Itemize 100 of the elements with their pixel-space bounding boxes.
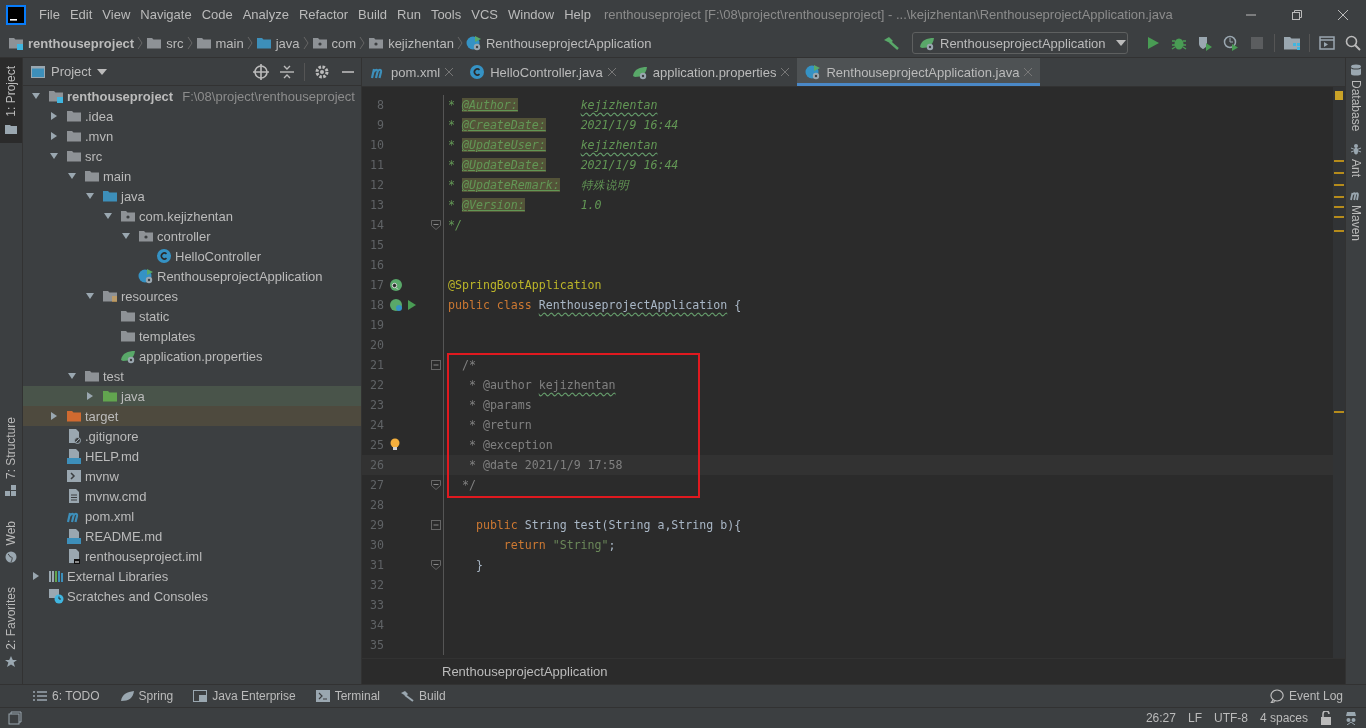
- chevron-icon: [245, 36, 254, 50]
- tree-item[interactable]: RenthouseprojectApplication: [23, 266, 361, 286]
- expand-arrow-icon[interactable]: [31, 571, 41, 581]
- editor-tab[interactable]: HelloController.java: [461, 58, 624, 86]
- menu-item[interactable]: Navigate: [135, 7, 197, 22]
- collapse-arrow-icon[interactable]: [67, 371, 77, 381]
- code-text: 2021/1/9 16:44: [580, 118, 679, 132]
- tree-item[interactable]: pom.xml: [23, 506, 361, 526]
- breadcrumb[interactable]: java: [255, 35, 300, 51]
- expand-arrow-icon[interactable]: [49, 411, 59, 421]
- breadcrumb[interactable]: renthouseproject: [8, 35, 135, 51]
- tree-item[interactable]: controller: [23, 226, 361, 246]
- collapse-arrow-icon[interactable]: [85, 191, 95, 201]
- menu-item[interactable]: View: [97, 7, 136, 22]
- editor-tab[interactable]: application.properties: [623, 58, 798, 86]
- breadcrumb[interactable]: main: [195, 35, 244, 51]
- tool-window-button[interactable]: Terminal: [312, 689, 383, 703]
- status-item[interactable]: LF: [1187, 711, 1202, 725]
- menu-item[interactable]: Tools: [425, 7, 467, 22]
- tree-item[interactable]: resources: [23, 286, 361, 306]
- tool-window-button[interactable]: Spring: [116, 689, 177, 703]
- expand-arrow-icon[interactable]: [49, 111, 59, 121]
- tree-item[interactable]: .mvn: [23, 126, 361, 146]
- tool-window-tab[interactable]: Ant: [1346, 137, 1366, 184]
- tree-item[interactable]: HelloController: [23, 246, 361, 266]
- collapse-arrow-icon[interactable]: [31, 91, 41, 101]
- code-breadcrumb[interactable]: RenthouseprojectApplication: [442, 664, 608, 679]
- menu-item[interactable]: Code: [196, 7, 238, 22]
- menu-item[interactable]: Edit: [64, 7, 98, 22]
- collapse-arrow-icon[interactable]: [49, 151, 59, 161]
- gear-icon: [314, 63, 330, 80]
- collapse-arrow-icon[interactable]: [67, 171, 77, 181]
- tree-item[interactable]: templates: [23, 326, 361, 346]
- menu-item[interactable]: VCS: [466, 7, 503, 22]
- status-item[interactable]: 26:27: [1145, 711, 1176, 725]
- close-icon[interactable]: [781, 68, 790, 76]
- expand-arrow-icon[interactable]: [49, 131, 59, 141]
- event-log-button[interactable]: Event Log: [1266, 689, 1346, 703]
- tool-window-tab[interactable]: 7: Structure: [0, 408, 22, 505]
- project-view-dropdown[interactable]: Project: [31, 64, 108, 79]
- tree-item[interactable]: java: [23, 186, 361, 206]
- fold-icon[interactable]: [431, 360, 441, 370]
- tree-item[interactable]: com.kejizhentan: [23, 206, 361, 226]
- close-icon[interactable]: [607, 68, 616, 76]
- tree-item[interactable]: mvnw: [23, 466, 361, 486]
- tree-item[interactable]: README.md: [23, 526, 361, 546]
- tree-item[interactable]: Scratches and Consoles: [23, 586, 361, 606]
- fold-icon[interactable]: [431, 520, 441, 530]
- menu-item[interactable]: Help: [559, 7, 596, 22]
- breadcrumb[interactable]: src: [146, 35, 184, 51]
- tree-item[interactable]: application.properties: [23, 346, 361, 366]
- breadcrumb[interactable]: RenthouseprojectApplication: [465, 35, 652, 51]
- tree-item[interactable]: target: [23, 406, 361, 426]
- tree-item[interactable]: src: [23, 146, 361, 166]
- tree-item[interactable]: mvnw.cmd: [23, 486, 361, 506]
- editor-tab[interactable]: pom.xml: [362, 58, 462, 86]
- breadcrumb[interactable]: kejizhentan: [368, 35, 454, 51]
- tree-item[interactable]: test: [23, 366, 361, 386]
- tool-window-tab[interactable]: 1: Project: [0, 58, 22, 143]
- tool-window-tab[interactable]: Web: [0, 512, 22, 572]
- tree-item[interactable]: static: [23, 306, 361, 326]
- tool-window-button[interactable]: Build: [397, 689, 449, 703]
- breadcrumb[interactable]: com: [311, 35, 357, 51]
- run-configuration-dropdown[interactable]: RenthouseprojectApplication: [912, 32, 1128, 54]
- fold-icon[interactable]: [431, 560, 441, 570]
- tree-item[interactable]: renthouseproject F:\08\project\renthouseproject: [23, 86, 361, 106]
- tree-item[interactable]: java: [23, 386, 361, 406]
- caret-icon: [97, 68, 108, 75]
- status-item[interactable]: 4 spaces: [1259, 711, 1308, 725]
- collapse-arrow-icon[interactable]: [103, 211, 113, 221]
- bulb-icon[interactable]: [389, 438, 401, 452]
- collapse-arrow-icon[interactable]: [121, 231, 131, 241]
- expand-arrow-icon[interactable]: [85, 391, 95, 401]
- menu-item[interactable]: Window: [502, 7, 560, 22]
- menu-item[interactable]: File: [34, 7, 65, 22]
- close-icon[interactable]: [445, 68, 454, 76]
- resources-folder-icon: [102, 288, 118, 304]
- menu-item[interactable]: Refactor: [293, 7, 354, 22]
- menu-item[interactable]: Run: [392, 7, 426, 22]
- tree-item[interactable]: .gitignore: [23, 426, 361, 446]
- editor-tab[interactable]: RenthouseprojectApplication.java: [797, 58, 1041, 86]
- tool-window-tab[interactable]: 2: Favorites: [0, 579, 22, 676]
- tree-item[interactable]: renthouseproject.iml: [23, 546, 361, 566]
- collapse-arrow-icon[interactable]: [85, 291, 95, 301]
- tree-item[interactable]: .idea: [23, 106, 361, 126]
- tool-window-button[interactable]: Java Enterprise: [190, 689, 299, 703]
- tool-window-button[interactable]: 6: TODO: [30, 689, 103, 703]
- tree-item[interactable]: main: [23, 166, 361, 186]
- tool-window-tab[interactable]: Maven: [1346, 183, 1366, 248]
- line-number: 34: [369, 618, 384, 632]
- run-icon[interactable]: [405, 299, 417, 311]
- tree-item[interactable]: HELP.md: [23, 446, 361, 466]
- menu-item[interactable]: Build: [353, 7, 392, 22]
- code-text: @SpringBootApplication: [448, 278, 602, 292]
- tree-item[interactable]: External Libraries: [23, 566, 361, 586]
- menu-item[interactable]: Analyze: [237, 7, 294, 22]
- status-item[interactable]: UTF-8: [1213, 711, 1248, 725]
- fold-icon[interactable]: [431, 220, 441, 230]
- tool-window-tab[interactable]: Database: [1346, 58, 1366, 138]
- fold-icon[interactable]: [431, 480, 441, 490]
